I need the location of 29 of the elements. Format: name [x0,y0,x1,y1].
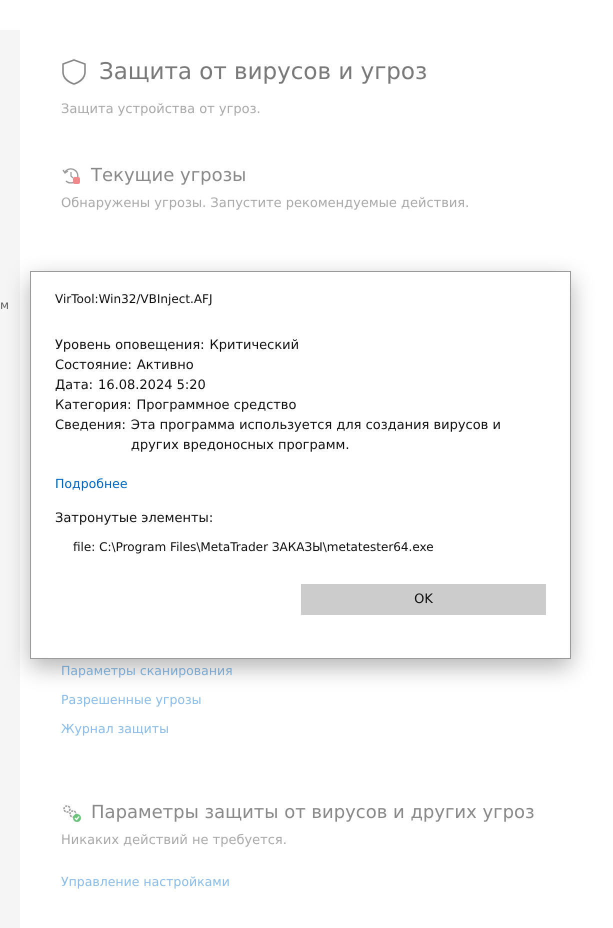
page-subtitle: Защита устройства от угроз. [61,102,262,117]
section-heading: Параметры защиты от вирусов и других угроз [91,802,535,823]
sidebar-item[interactable]: м [0,298,10,312]
affected-item: file: C:\Program Files\MetaTrader ЗАКАЗЫ\metatester64.exe [73,540,435,554]
affected-label: Затронутые элементы: [55,511,214,526]
gears-check-icon [61,802,83,822]
field-label: Категория: [55,397,132,415]
ok-button[interactable]: OK [301,584,546,615]
section-heading: Текущие угрозы [91,165,246,186]
page-title: Защита от вирусов и угроз [99,59,428,85]
shield-icon [61,58,87,86]
field-value: Критический [210,337,300,355]
section-text: Обнаружены угрозы. Запустите рекомендуемые действия. [61,196,470,211]
clock-alert-icon [61,166,83,186]
details-link[interactable]: Подробнее [55,476,128,491]
link[interactable]: Разрешенные угрозы [61,692,535,707]
threat-name: VirTool:Win32/VBInject.AFJ [55,292,214,306]
field-label: Дата: [55,377,94,395]
field-value: Активно [136,357,194,375]
link[interactable]: Журнал защиты [61,721,535,736]
link[interactable]: Управление настройками [61,874,535,889]
field-label: Состояние: [55,357,132,375]
section-text: Никаких действий не требуется. [61,833,288,848]
field-value: 16.08.2024 5:20 [98,377,206,395]
field-value: Эта программа используется для создания вирусов и других вредоносных программ. [130,417,502,455]
field-value: Программное средство [136,397,296,415]
field-label: Уровень оповещения: [55,337,205,355]
link[interactable]: Параметры сканирования [61,663,535,678]
field-label: Сведения: [55,417,126,435]
